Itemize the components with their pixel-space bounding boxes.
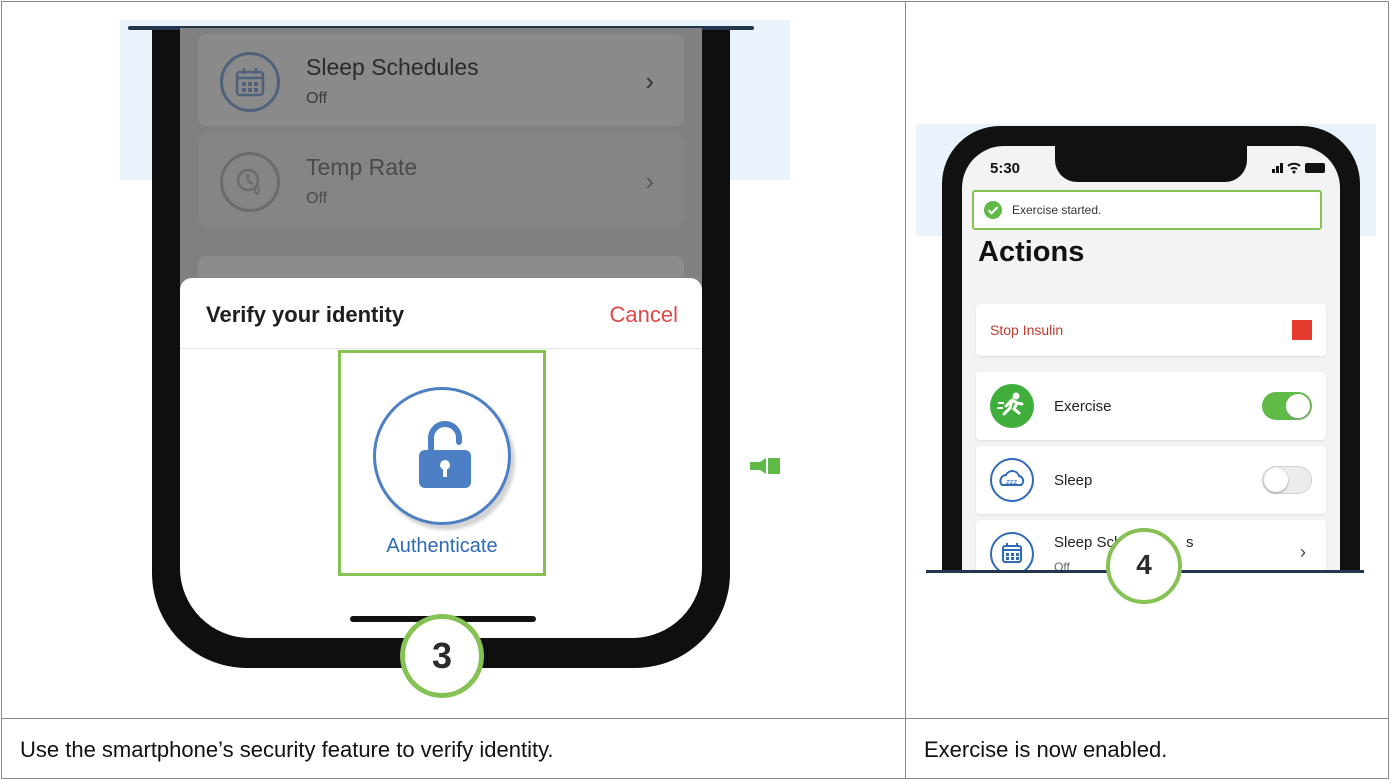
check-circle-icon xyxy=(984,201,1002,219)
sleep-schedules-label-tail: s xyxy=(1186,534,1194,551)
step-4-badge: 4 xyxy=(1106,528,1182,604)
toggle-knob xyxy=(1264,468,1288,492)
svg-text:zzz: zzz xyxy=(1006,478,1017,486)
phone-notch xyxy=(1055,146,1247,182)
exercise-icon xyxy=(990,384,1034,428)
sheet-header: Verify your identity Cancel xyxy=(180,278,702,349)
toast-notification: Exercise started. xyxy=(972,190,1322,230)
authenticate-label[interactable]: Authenticate xyxy=(341,535,543,558)
exercise-label: Exercise xyxy=(1054,398,1112,415)
chevron-right-icon: › xyxy=(645,66,654,96)
toast-text: Exercise started. xyxy=(1012,203,1102,217)
authenticate-highlight: Authenticate xyxy=(338,350,546,576)
sleep-toggle[interactable] xyxy=(1262,466,1312,494)
sheet-title: Verify your identity xyxy=(206,302,405,327)
temp-rate-status: Off xyxy=(306,190,328,207)
step-4-caption: Exercise is now enabled. xyxy=(924,737,1168,762)
sleep-schedules-status: Off xyxy=(306,90,328,107)
step-3-caption-cell: Use the smartphone’s security feature to… xyxy=(1,718,906,779)
authenticate-button[interactable] xyxy=(373,387,511,525)
exercise-row[interactable]: Exercise xyxy=(976,372,1326,440)
step-3-caption: Use the smartphone’s security feature to… xyxy=(20,737,554,762)
temp-rate-title: Temp Rate xyxy=(306,154,418,180)
decorative-icon xyxy=(750,458,780,474)
chevron-right-icon: › xyxy=(645,166,654,196)
calendar-icon xyxy=(990,532,1034,572)
temp-rate-item[interactable]: Temp Rate Off › xyxy=(198,134,684,226)
lock-icon xyxy=(419,421,471,488)
cancel-button[interactable]: Cancel xyxy=(610,302,678,328)
step-3-badge: 3 xyxy=(400,614,484,698)
verify-identity-sheet: Verify your identity Cancel Authenticate xyxy=(180,278,702,638)
stop-insulin-button[interactable]: Stop Insulin xyxy=(976,304,1326,356)
stop-insulin-label: Stop Insulin xyxy=(990,322,1064,338)
page-title: Actions xyxy=(978,236,1085,268)
calendar-icon xyxy=(220,52,280,112)
status-time: 5:30 xyxy=(990,160,1021,177)
sleep-icon: zzz xyxy=(990,458,1034,502)
step-4-caption-cell: Exercise is now enabled. xyxy=(905,718,1389,779)
phone-screen-left: Sleep Schedules Off › Temp Rate Off › Ve… xyxy=(180,28,702,638)
phone-screen-right: 5:30 Exercise started. Actions Stop Insu… xyxy=(962,146,1340,572)
sleep-schedules-item[interactable]: Sleep Schedules Off › xyxy=(198,34,684,126)
toggle-knob xyxy=(1286,394,1310,418)
sleep-label: Sleep xyxy=(1054,472,1093,489)
sleep-schedules-title: Sleep Schedules xyxy=(306,54,479,80)
sleep-row[interactable]: zzz Sleep xyxy=(976,446,1326,514)
status-icons xyxy=(1272,162,1325,174)
chevron-right-icon: › xyxy=(1300,542,1306,562)
stop-icon xyxy=(1292,320,1312,340)
temp-rate-icon xyxy=(220,152,280,212)
exercise-toggle[interactable] xyxy=(1262,392,1312,420)
